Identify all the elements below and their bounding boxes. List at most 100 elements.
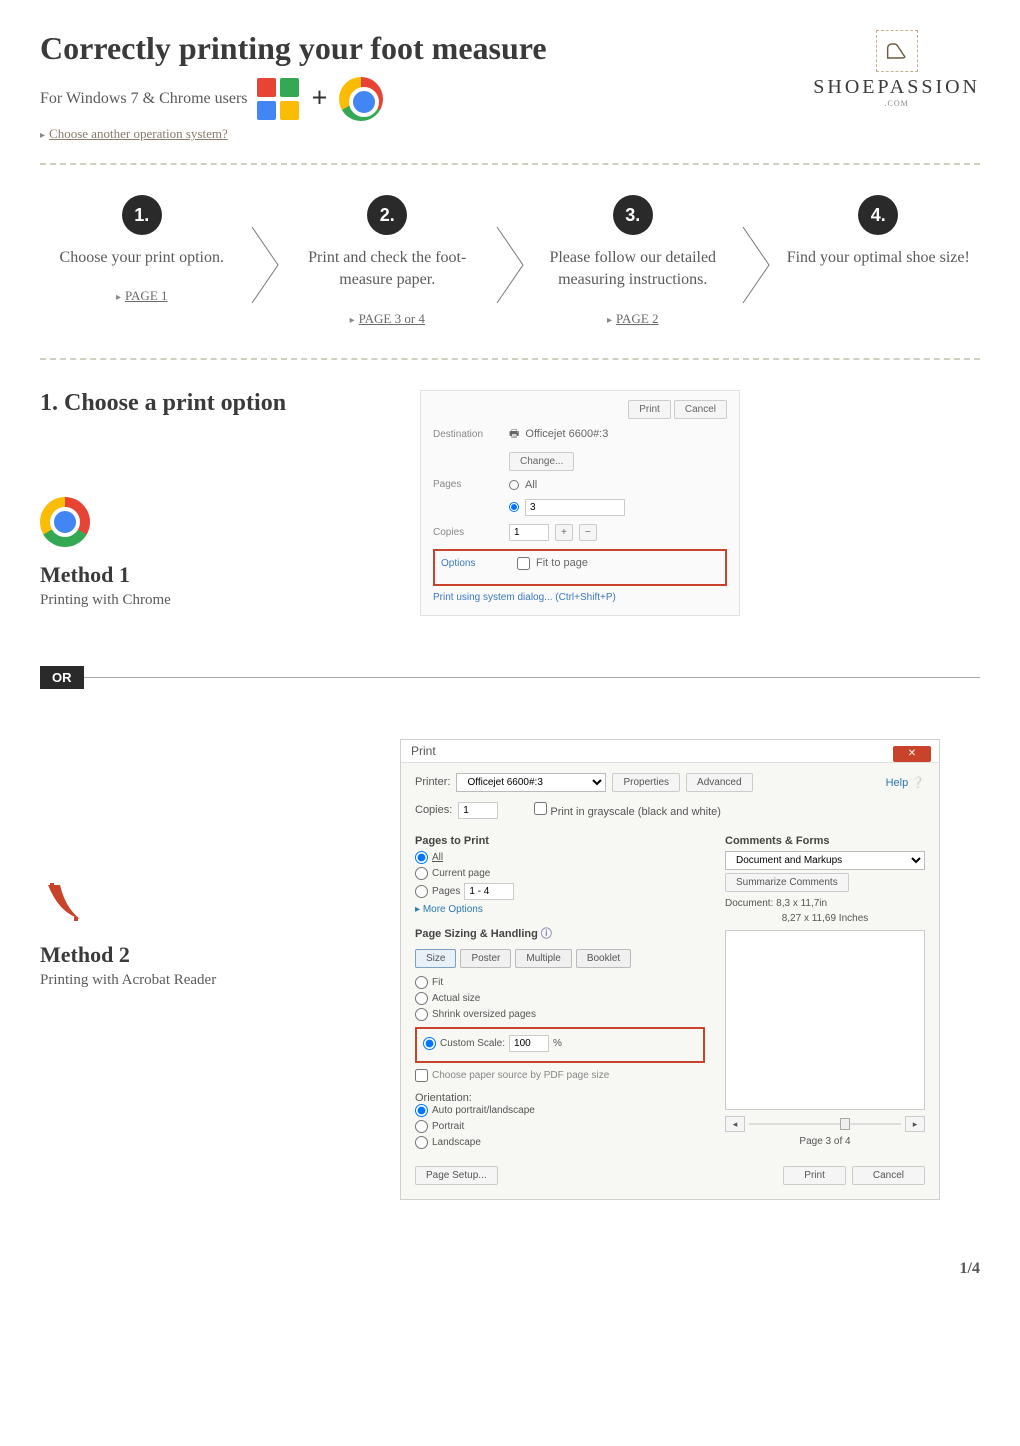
tab-size[interactable]: Size xyxy=(415,949,456,968)
section-title: 1. Choose a print option xyxy=(40,390,340,417)
step-badge: 2. xyxy=(367,195,407,235)
pages-range-input[interactable] xyxy=(464,883,514,900)
plus-icon: + xyxy=(312,83,328,115)
portrait-radio[interactable] xyxy=(415,1120,428,1133)
page-title: Correctly printing your foot measure xyxy=(40,30,813,67)
system-dialog-link[interactable]: Print using system dialog... (Ctrl+Shift… xyxy=(433,592,727,603)
caret-right-icon: ▸ xyxy=(40,130,45,141)
caret-right-icon: ▸ xyxy=(607,315,612,326)
auto-orientation-label: Auto portrait/landscape xyxy=(432,1105,535,1116)
landscape-radio[interactable] xyxy=(415,1136,428,1149)
fit-radio[interactable] xyxy=(415,976,428,989)
landscape-label: Landscape xyxy=(432,1137,481,1148)
comments-forms-title: Comments & Forms xyxy=(725,835,925,847)
printer-icon: 🖶 xyxy=(509,425,519,444)
copies-label: Copies: xyxy=(415,804,452,816)
header: Correctly printing your foot measure For… xyxy=(40,30,980,143)
header-left: Correctly printing your foot measure For… xyxy=(40,30,813,143)
section-left: Method 2 Printing with Acrobat Reader xyxy=(40,739,340,1200)
or-separator: OR xyxy=(40,666,980,689)
prev-page-button[interactable]: ◂ xyxy=(725,1116,745,1132)
printer-label: Printer: xyxy=(415,776,450,788)
subtitle-row: For Windows 7 & Chrome users + xyxy=(40,77,813,121)
copies-input[interactable] xyxy=(509,524,549,541)
copies-plus-button[interactable]: + xyxy=(555,524,573,541)
highlight-box: Custom Scale: % xyxy=(415,1027,705,1063)
properties-button[interactable]: Properties xyxy=(612,773,680,792)
next-page-button[interactable]: ▸ xyxy=(905,1116,925,1132)
acrobat-logo-icon xyxy=(40,879,88,927)
pages-input[interactable] xyxy=(525,499,625,516)
step-text: Print and check the foot-measure paper. xyxy=(286,247,490,292)
divider xyxy=(40,163,980,165)
advanced-button[interactable]: Advanced xyxy=(686,773,752,792)
choose-paper-checkbox[interactable] xyxy=(415,1069,428,1082)
shrink-label: Shrink oversized pages xyxy=(432,1009,536,1020)
step-link[interactable]: PAGE 1 xyxy=(125,288,168,303)
step-link[interactable]: PAGE 2 xyxy=(616,311,659,326)
method-name: Method 2 xyxy=(40,942,340,968)
printer-select[interactable]: Officejet 6600#:3 xyxy=(456,773,606,792)
close-icon[interactable]: ✕ xyxy=(893,746,931,762)
step-1: 1. Choose your print option. ▸ PAGE 1 xyxy=(40,195,244,305)
dialog-title: Print xyxy=(401,740,939,763)
comments-select[interactable]: Document and Markups xyxy=(725,851,925,870)
sizing-title: Page Sizing & Handling xyxy=(415,928,538,940)
custom-scale-input[interactable] xyxy=(509,1035,549,1052)
actual-size-label: Actual size xyxy=(432,993,480,1004)
page-setup-button[interactable]: Page Setup... xyxy=(415,1166,498,1185)
fit-to-page-checkbox[interactable] xyxy=(517,557,530,570)
steps-row: 1. Choose your print option. ▸ PAGE 1 2.… xyxy=(40,195,980,328)
pages-all-radio[interactable] xyxy=(509,480,519,490)
tab-poster[interactable]: Poster xyxy=(460,949,511,968)
step-link[interactable]: PAGE 3 or 4 xyxy=(359,311,425,326)
section-method-2: Method 2 Printing with Acrobat Reader ✕ … xyxy=(40,739,980,1200)
preview-size: 8,27 x 11,69 Inches xyxy=(725,913,925,924)
step-badge: 4. xyxy=(858,195,898,235)
shrink-radio[interactable] xyxy=(415,1008,428,1021)
highlight-box: Options Fit to page xyxy=(433,549,727,586)
acrobat-print-dialog: ✕ Print Printer: Officejet 6600#:3 Prope… xyxy=(400,739,940,1200)
pages-specific-radio[interactable] xyxy=(509,502,519,512)
auto-orientation-radio[interactable] xyxy=(415,1104,428,1117)
more-options-link[interactable]: More Options xyxy=(423,904,483,915)
pages-label: Pages xyxy=(432,886,460,897)
windows-logo-icon xyxy=(256,77,300,121)
method-desc: Printing with Chrome xyxy=(40,592,340,609)
grayscale-label: Print in grayscale (black and white) xyxy=(550,806,721,818)
method-desc: Printing with Acrobat Reader xyxy=(40,972,340,989)
tab-multiple[interactable]: Multiple xyxy=(515,949,571,968)
all-radio[interactable] xyxy=(415,851,428,864)
print-button[interactable]: Print xyxy=(628,400,671,419)
or-line xyxy=(84,677,981,678)
actual-size-radio[interactable] xyxy=(415,992,428,1005)
copies-minus-button[interactable]: − xyxy=(579,524,597,541)
divider xyxy=(40,358,980,360)
chrome-print-dialog: Print Cancel Destination 🖶 Officejet 660… xyxy=(420,390,740,616)
percent-label: % xyxy=(553,1038,562,1049)
current-page-radio[interactable] xyxy=(415,867,428,880)
step-text: Choose your print option. xyxy=(40,247,244,269)
page-indicator: Page 3 of 4 xyxy=(725,1136,925,1147)
choose-os-link[interactable]: Choose another operation system? xyxy=(49,126,228,142)
copies-input[interactable] xyxy=(458,802,498,819)
cancel-button[interactable]: Cancel xyxy=(852,1166,925,1185)
summarize-button[interactable]: Summarize Comments xyxy=(725,873,849,892)
method-icon xyxy=(40,497,340,552)
options-label: Options xyxy=(441,558,511,569)
section-right: Print Cancel Destination 🖶 Officejet 660… xyxy=(380,390,980,616)
change-button[interactable]: Change... xyxy=(509,452,574,471)
pages-radio[interactable] xyxy=(415,885,428,898)
document-size: Document: 8,3 x 11,7in xyxy=(725,898,925,909)
help-link[interactable]: Help ❔ xyxy=(886,776,925,789)
fit-label: Fit xyxy=(432,977,443,988)
grayscale-checkbox[interactable] xyxy=(534,802,547,815)
brand-name: SHOEPASSION xyxy=(813,76,980,99)
print-button[interactable]: Print xyxy=(783,1166,846,1185)
cancel-button[interactable]: Cancel xyxy=(674,400,727,419)
page-slider[interactable] xyxy=(749,1123,901,1125)
caret-right-icon: ▸ xyxy=(116,292,121,303)
portrait-label: Portrait xyxy=(432,1121,464,1132)
tab-booklet[interactable]: Booklet xyxy=(576,949,631,968)
custom-scale-radio[interactable] xyxy=(423,1037,436,1050)
